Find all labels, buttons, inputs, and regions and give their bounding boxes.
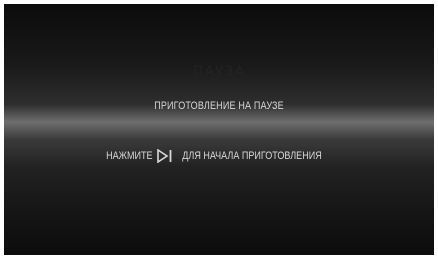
instruction-suffix: ДЛЯ НАЧАЛА ПРИГОТОВЛЕНИЯ bbox=[182, 150, 322, 162]
start-instruction: НАЖМИТЕ ДЛЯ НАЧАЛА ПРИГОТОВЛЕНИЯ bbox=[4, 148, 434, 164]
oven-display-screen: ПАУЗА ПРИГОТОВЛЕНИЕ НА ПАУЗЕ НАЖМИТЕ ДЛЯ… bbox=[4, 4, 434, 255]
cooking-paused-status: ПРИГОТОВЛЕНИЕ НА ПАУЗЕ bbox=[154, 100, 284, 112]
instruction-prefix: НАЖМИТЕ bbox=[105, 150, 153, 162]
faded-title: ПАУЗА bbox=[192, 64, 246, 80]
play-pause-icon bbox=[157, 148, 173, 164]
